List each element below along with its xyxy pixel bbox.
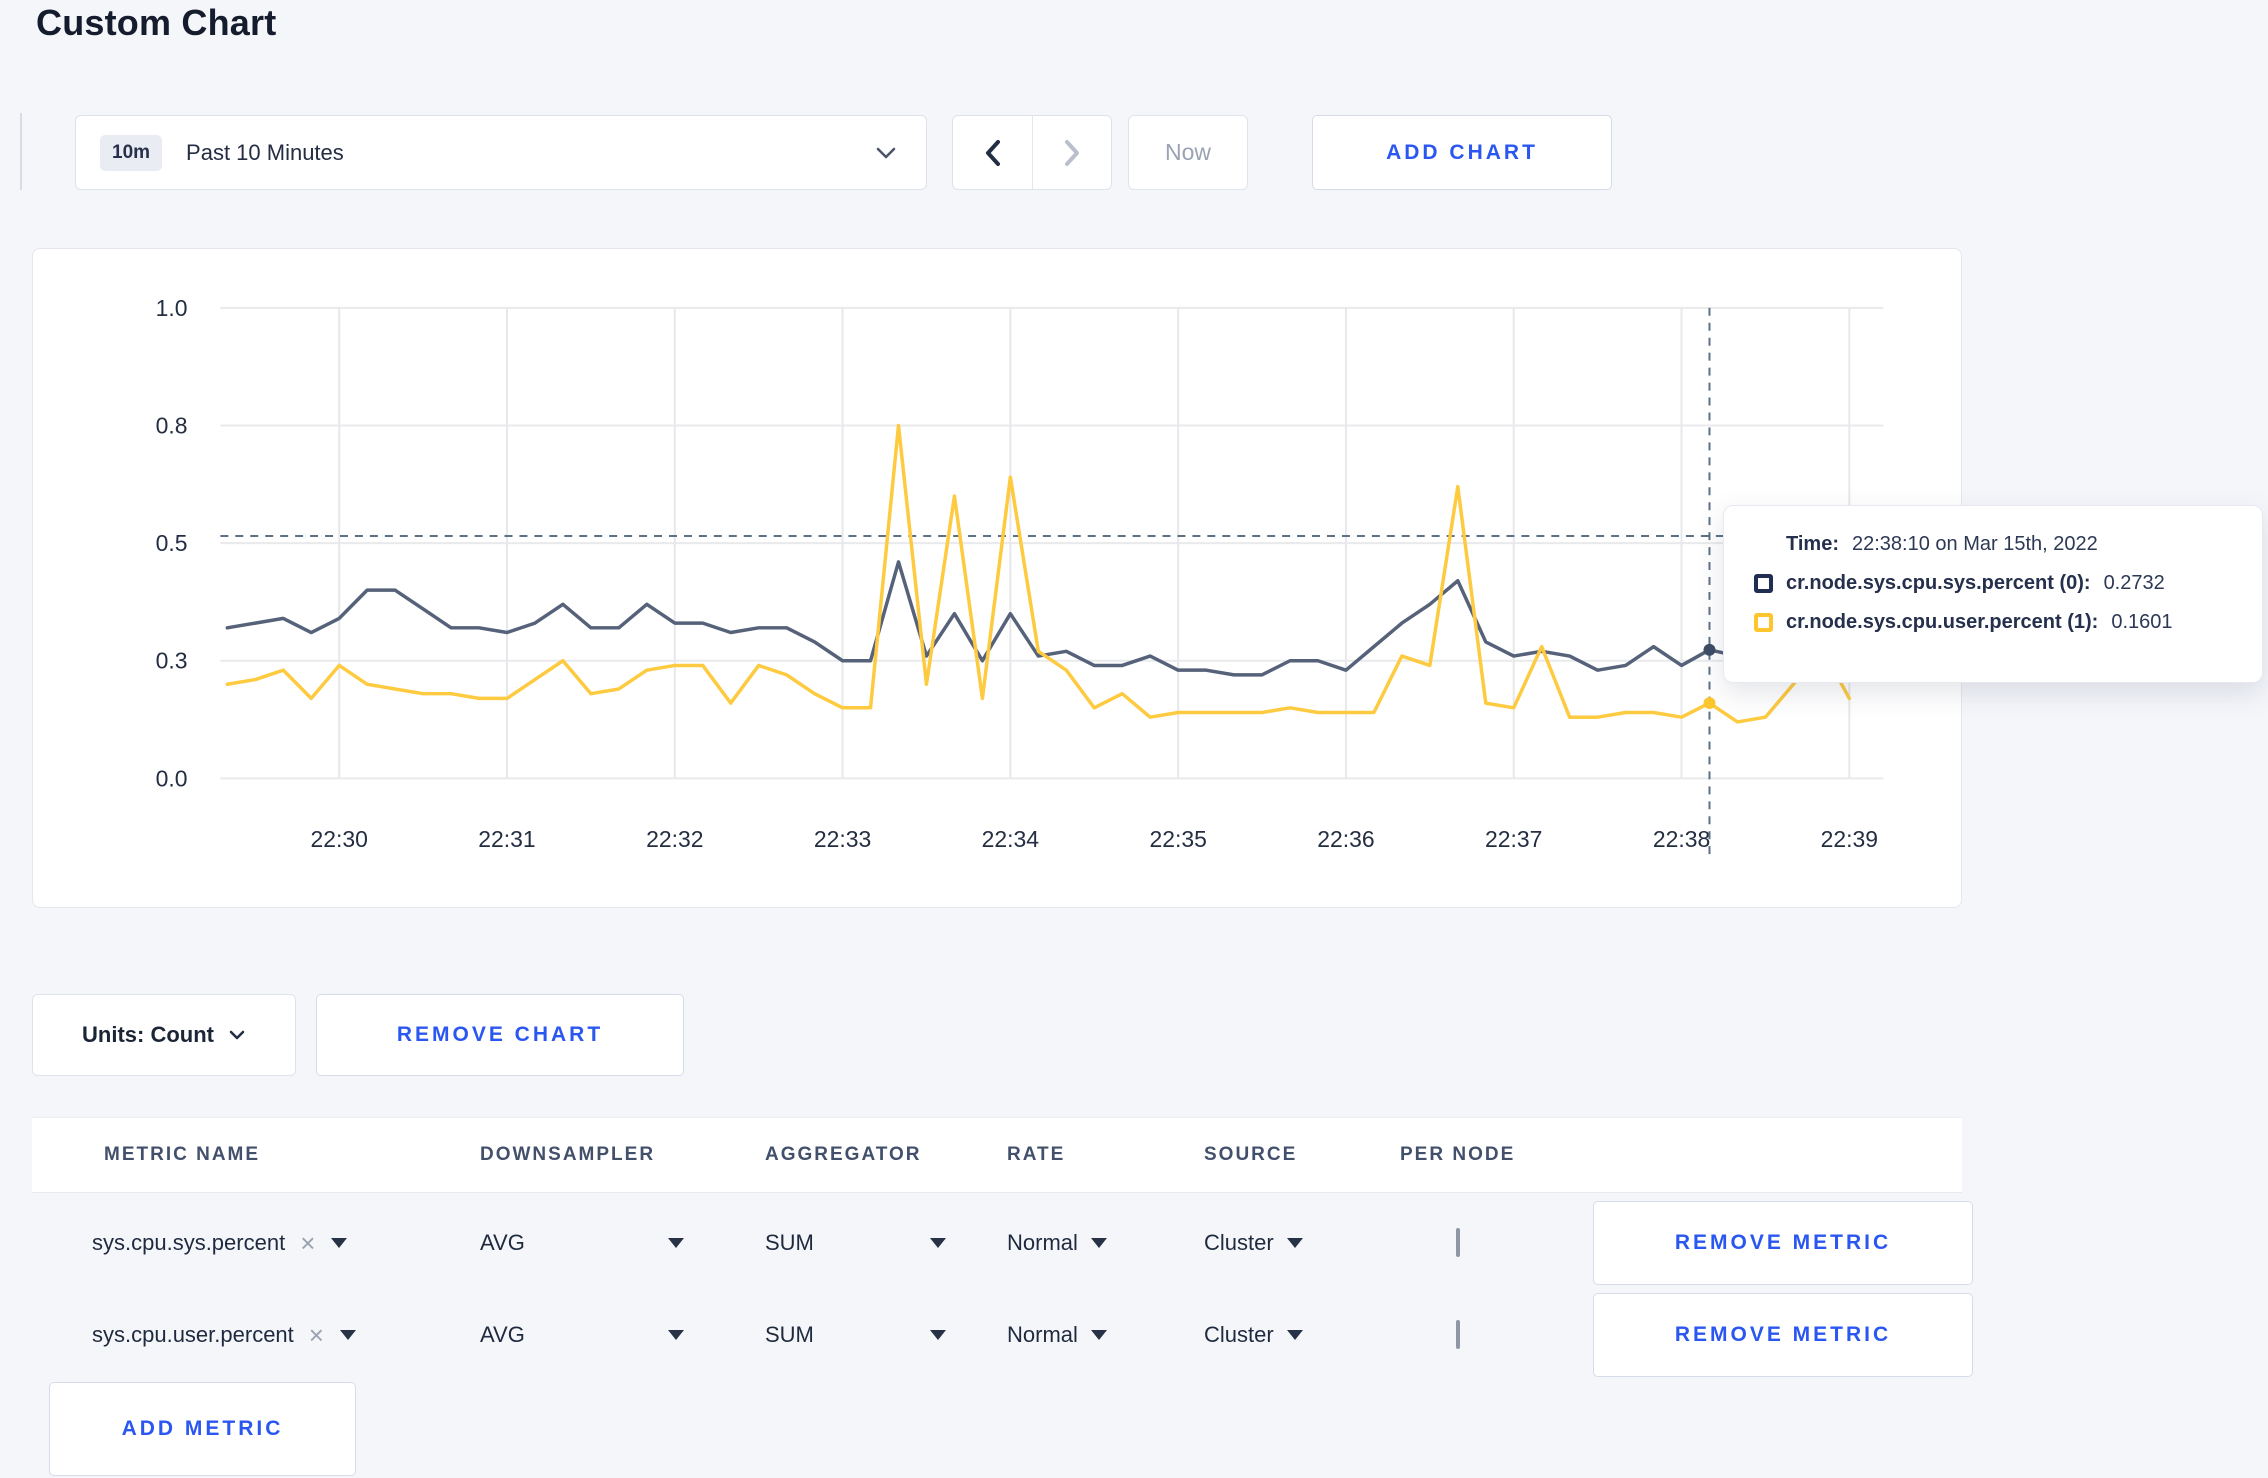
chevron-down-icon: [874, 145, 898, 161]
caret-down-icon: [1090, 1238, 1107, 1248]
col-rate: RATE: [1007, 1144, 1066, 1165]
time-range-badge: 10m: [100, 134, 163, 171]
table-row: sys.cpu.user.percent × AVG SUM Normal Cl…: [32, 1292, 1973, 1378]
units-selector[interactable]: Units: Count: [32, 994, 296, 1076]
remove-chart-label: REMOVE CHART: [396, 1023, 604, 1046]
aggregator-select[interactable]: SUM: [765, 1230, 946, 1256]
rate-select[interactable]: Normal: [1007, 1230, 1204, 1256]
remove-chart-button[interactable]: REMOVE CHART: [316, 994, 684, 1076]
svg-text:22:31: 22:31: [478, 826, 535, 852]
add-metric-button[interactable]: ADD METRIC: [49, 1382, 356, 1476]
toolbar-divider: [20, 113, 22, 190]
tooltip-time-value: 22:38:10 on Mar 15th, 2022: [1851, 533, 2098, 555]
metrics-table-header: METRIC NAME DOWNSAMPLER AGGREGATOR RATE …: [32, 1117, 1962, 1193]
per-node-checkbox[interactable]: [1456, 1320, 1460, 1349]
col-metric-name: METRIC NAME: [104, 1144, 261, 1165]
svg-text:0.5: 0.5: [156, 530, 188, 556]
aggregator-select[interactable]: SUM: [765, 1322, 946, 1348]
caret-down-icon: [1286, 1238, 1303, 1248]
metric-name-select[interactable]: sys.cpu.sys.percent ×: [92, 1230, 480, 1256]
svg-text:22:37: 22:37: [1485, 826, 1542, 852]
chevron-down-icon: [229, 1030, 245, 1040]
tooltip-user-value: 0.1601: [2111, 611, 2173, 633]
svg-text:22:35: 22:35: [1149, 826, 1206, 852]
tooltip-series-row: cr.node.sys.cpu.sys.percent (0): 0.2732: [1754, 572, 2262, 595]
svg-text:22:34: 22:34: [982, 826, 1040, 852]
chevron-left-icon: [983, 138, 1003, 168]
svg-text:0.8: 0.8: [156, 412, 188, 438]
per-node-checkbox[interactable]: [1456, 1228, 1460, 1257]
add-chart-label: ADD CHART: [1386, 140, 1538, 164]
tooltip-user-label: cr.node.sys.cpu.user.percent (1):: [1786, 611, 2099, 633]
caret-down-icon: [331, 1238, 348, 1248]
col-downsampler: DOWNSAMPLER: [480, 1144, 656, 1165]
metric-name-select[interactable]: sys.cpu.user.percent ×: [92, 1322, 480, 1348]
remove-metric-button[interactable]: REMOVE METRIC: [1593, 1201, 1973, 1285]
time-range-label: Past 10 Minutes: [186, 139, 344, 165]
svg-text:22:32: 22:32: [646, 826, 703, 852]
clear-metric-icon[interactable]: ×: [300, 1230, 315, 1256]
svg-text:22:30: 22:30: [311, 826, 368, 852]
metric-name: sys.cpu.sys.percent: [92, 1230, 286, 1255]
tooltip-sys-value: 0.2732: [2103, 572, 2165, 594]
now-button[interactable]: Now: [1128, 115, 1248, 190]
chart-card: 0.0 0.3 0.5 0.8 1.0 22:30 22:31 22:32 22:33 22:34…: [32, 248, 1962, 908]
time-range-selector[interactable]: 10m Past 10 Minutes: [75, 115, 927, 190]
page-title: Custom Chart: [36, 2, 277, 43]
caret-down-icon: [1090, 1330, 1107, 1340]
downsampler-select[interactable]: AVG: [480, 1230, 684, 1256]
svg-text:0.3: 0.3: [156, 648, 188, 674]
time-nav-group: [952, 115, 1112, 190]
table-row: sys.cpu.sys.percent × AVG SUM Normal Clu…: [32, 1200, 1973, 1286]
svg-text:0.0: 0.0: [156, 765, 188, 791]
caret-down-icon: [339, 1330, 356, 1340]
downsampler-select[interactable]: AVG: [480, 1322, 684, 1348]
next-time-button[interactable]: [1032, 116, 1111, 189]
caret-down-icon: [668, 1238, 684, 1248]
col-source: SOURCE: [1204, 1144, 1298, 1165]
remove-metric-button[interactable]: REMOVE METRIC: [1593, 1293, 1973, 1377]
svg-text:22:38: 22:38: [1653, 826, 1710, 852]
tooltip-time-label: Time:: [1786, 533, 1839, 555]
caret-down-icon: [930, 1238, 946, 1248]
svg-text:22:36: 22:36: [1317, 826, 1374, 852]
cpu-percent-chart[interactable]: 0.0 0.3 0.5 0.8 1.0 22:30 22:31 22:32 22:33 22:34…: [33, 249, 1961, 907]
series-user-swatch-icon: [1754, 613, 1773, 632]
tooltip-series-row: cr.node.sys.cpu.user.percent (1): 0.1601: [1754, 611, 2262, 634]
source-select[interactable]: Cluster: [1204, 1230, 1400, 1256]
clear-metric-icon[interactable]: ×: [309, 1322, 324, 1348]
svg-text:1.0: 1.0: [156, 295, 188, 321]
source-select[interactable]: Cluster: [1204, 1322, 1400, 1348]
tooltip-time-row: Time: 22:38:10 on Mar 15th, 2022: [1754, 533, 2262, 556]
metric-name: sys.cpu.user.percent: [92, 1322, 294, 1347]
series-sys-swatch-icon: [1754, 574, 1773, 593]
prev-time-button[interactable]: [953, 116, 1032, 189]
rate-select[interactable]: Normal: [1007, 1322, 1204, 1348]
chevron-right-icon: [1062, 138, 1082, 168]
caret-down-icon: [668, 1330, 684, 1340]
caret-down-icon: [930, 1330, 946, 1340]
now-button-label: Now: [1164, 139, 1211, 165]
caret-down-icon: [1286, 1330, 1303, 1340]
col-per-node: PER NODE: [1400, 1144, 1516, 1165]
add-metric-label: ADD METRIC: [121, 1417, 284, 1440]
svg-text:22:33: 22:33: [814, 826, 871, 852]
tooltip-sys-label: cr.node.sys.cpu.sys.percent (0):: [1786, 572, 2091, 594]
add-chart-button[interactable]: ADD CHART: [1312, 115, 1612, 190]
svg-text:22:39: 22:39: [1821, 826, 1878, 852]
units-label: Units: Count: [82, 1022, 214, 1047]
chart-tooltip: Time: 22:38:10 on Mar 15th, 2022 cr.node…: [1723, 505, 2263, 683]
col-aggregator: AGGREGATOR: [765, 1144, 922, 1165]
